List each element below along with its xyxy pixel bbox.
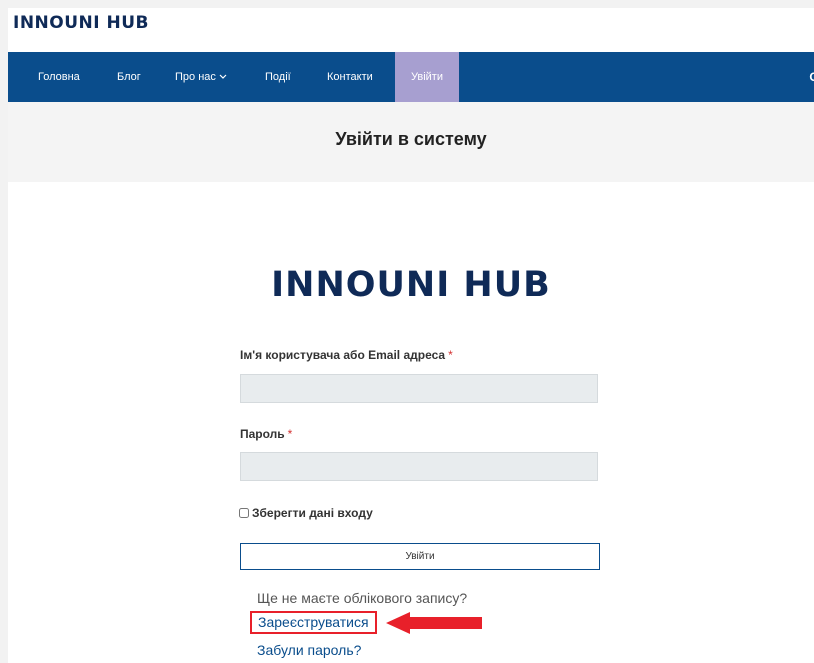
no-account-text: Ще не маєте облікового запису?: [257, 590, 468, 606]
site-logo[interactable]: INNOUNI HUB: [13, 13, 149, 33]
nav-overflow-text: С: [809, 70, 814, 84]
password-label-text: Пароль: [240, 427, 285, 441]
nav-item-events[interactable]: Події: [265, 52, 291, 102]
username-label: Ім'я користувача або Email адреса *: [240, 348, 453, 362]
site-header: INNOUNI HUB: [8, 8, 814, 52]
password-label: Пароль *: [240, 427, 292, 441]
nav-item-about-label: Про нас: [175, 71, 216, 83]
login-form-logo: INNOUNI HUB: [271, 265, 551, 305]
username-label-text: Ім'я користувача або Email адреса: [240, 348, 446, 362]
remember-me[interactable]: Зберегти дані входу: [239, 505, 373, 521]
required-mark: *: [448, 348, 453, 362]
page-title: Увійти в систему: [335, 129, 487, 149]
nav-item-contacts[interactable]: Контакти: [327, 52, 373, 102]
page: INNOUNI HUB Головна Блог Про нас Події К…: [8, 8, 814, 663]
arrow-left-icon: [386, 612, 482, 634]
password-input[interactable]: [240, 452, 598, 481]
login-submit-button[interactable]: Увійти: [240, 543, 600, 570]
username-input[interactable]: [240, 374, 598, 403]
remember-me-checkbox[interactable]: [239, 508, 249, 518]
nav-item-blog[interactable]: Блог: [117, 52, 141, 102]
nav-item-about[interactable]: Про нас: [175, 52, 227, 102]
main-navigation: Головна Блог Про нас Події Контакти Увій…: [8, 52, 814, 102]
remember-me-label: Зберегти дані входу: [252, 506, 373, 520]
nav-item-login[interactable]: Увійти: [395, 52, 459, 102]
nav-item-home[interactable]: Головна: [38, 52, 80, 102]
required-mark: *: [287, 427, 293, 441]
page-title-band: Увійти в систему: [8, 102, 814, 182]
chevron-down-icon: [219, 74, 227, 79]
forgot-password-link[interactable]: Забули пароль?: [257, 642, 361, 658]
register-link[interactable]: Зареєструватися: [250, 611, 377, 634]
